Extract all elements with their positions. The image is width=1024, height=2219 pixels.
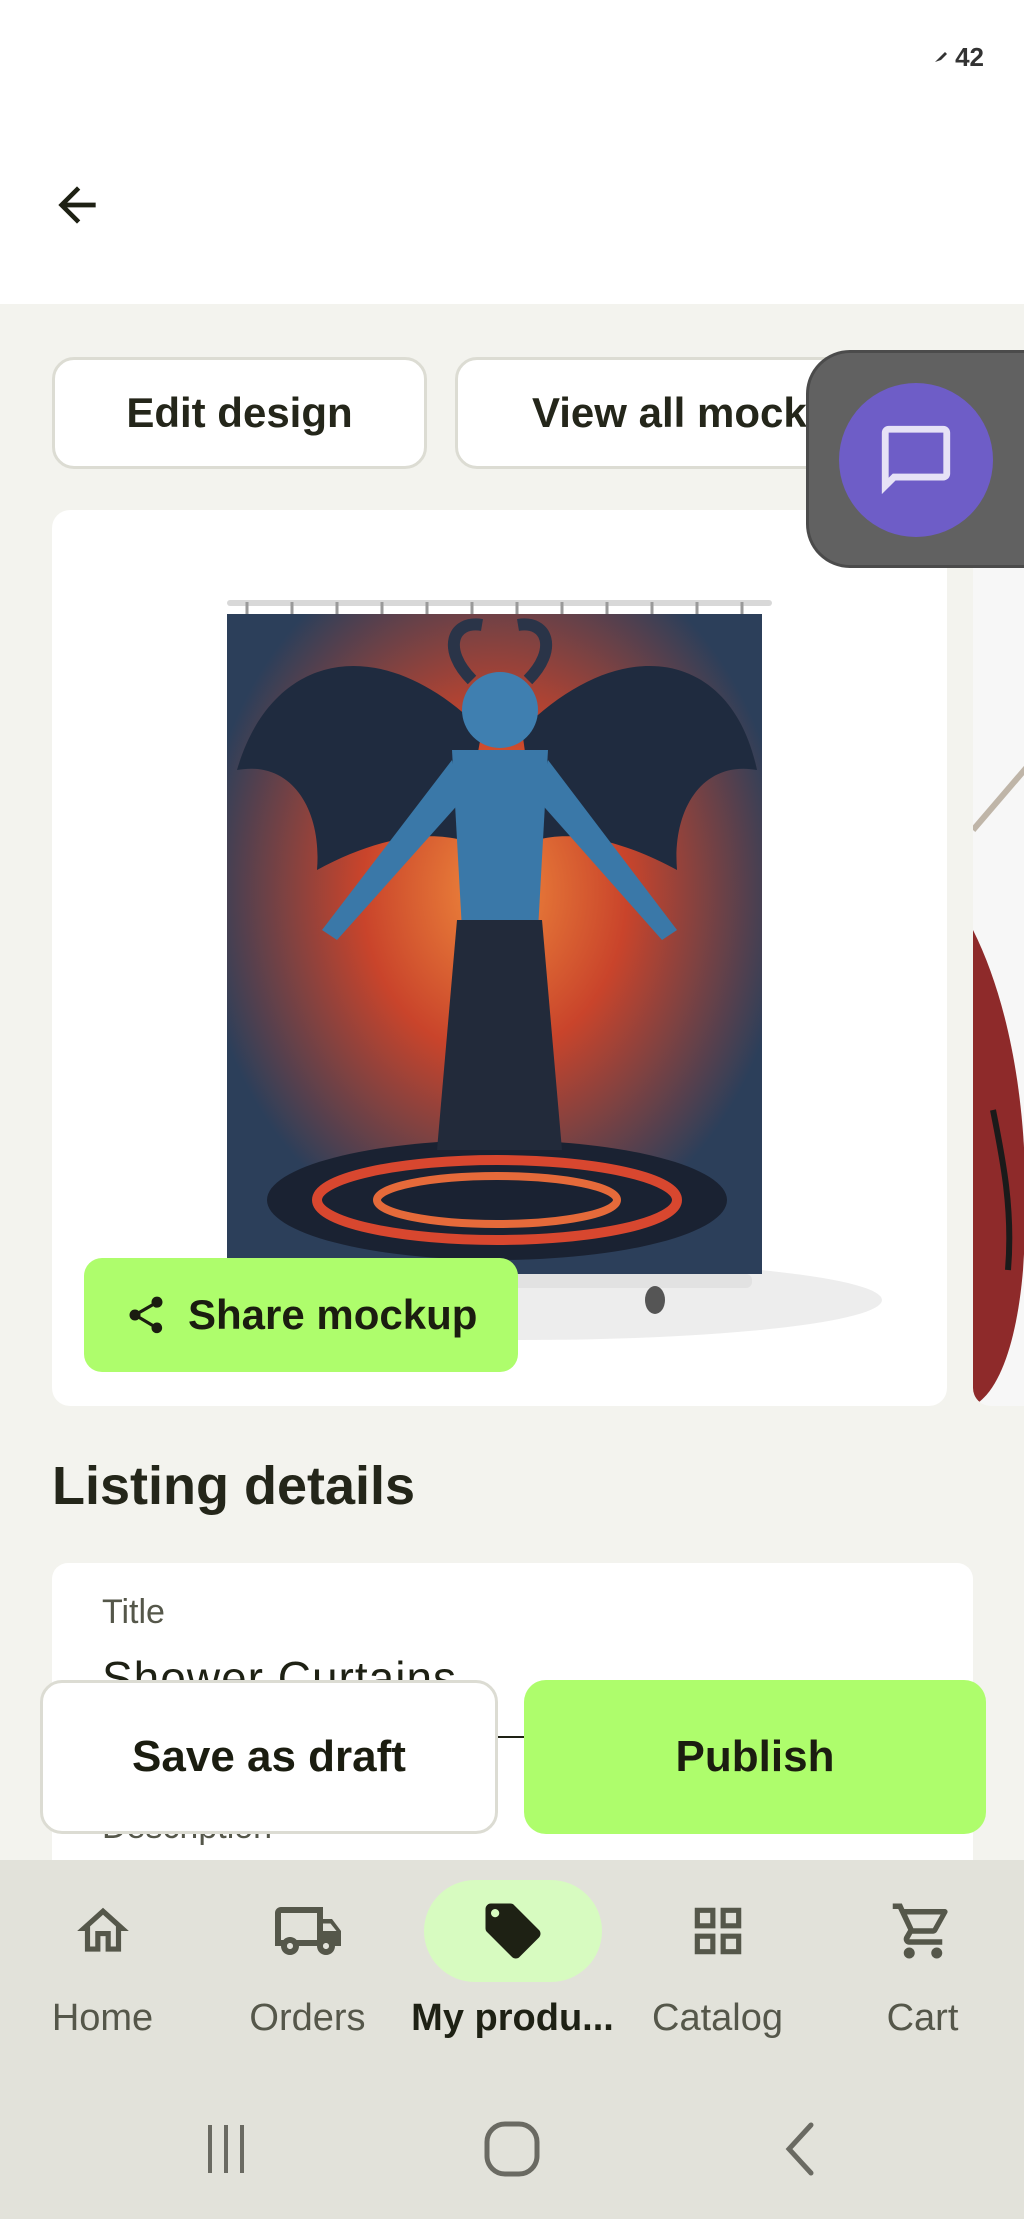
- chat-button[interactable]: [839, 383, 993, 537]
- save-as-draft-button[interactable]: Save as draft: [40, 1680, 498, 1834]
- nav-item-my-products[interactable]: My produ...: [410, 1860, 615, 2078]
- nav-icon-container: [834, 1880, 1012, 1982]
- recent-apps-icon: [208, 2125, 244, 2173]
- chat-support-bubble[interactable]: [806, 350, 1024, 568]
- tag-icon: [485, 1903, 540, 1959]
- nav-icon-container: [219, 1880, 397, 1982]
- arrow-left-icon: [58, 186, 96, 224]
- nav-icon-container: [629, 1880, 807, 1982]
- home-system-button[interactable]: [472, 2114, 552, 2184]
- title-field-label: Title: [102, 1593, 165, 1631]
- nav-label-cart: Cart: [886, 1997, 959, 2039]
- chat-icon: [881, 425, 951, 495]
- cart-icon: [892, 1903, 948, 1959]
- nav-icon-container: [14, 1880, 192, 1982]
- share-mockup-button[interactable]: Share mockup: [84, 1258, 518, 1372]
- nav-icon-container-active: [423, 1880, 602, 1982]
- nav-label-orders: Orders: [249, 1997, 366, 2039]
- next-mockup-preview[interactable]: [973, 510, 1024, 1406]
- battery-charging-icon: [935, 51, 948, 62]
- nav-item-home[interactable]: Home: [0, 1860, 205, 2078]
- next-mockup-image: [973, 765, 1024, 1406]
- nav-label-catalog: Catalog: [652, 1997, 783, 2039]
- nav-item-cart[interactable]: Cart: [820, 1860, 1024, 2078]
- nav-item-orders[interactable]: Orders: [205, 1860, 410, 2078]
- status-bar: 42: [0, 0, 1024, 110]
- nav-label-home: Home: [51, 1997, 154, 2039]
- publish-button[interactable]: Publish: [524, 1680, 986, 1834]
- edit-design-button[interactable]: Edit design: [52, 357, 427, 469]
- back-system-button[interactable]: [760, 2114, 840, 2184]
- truck-icon: [274, 1907, 341, 1955]
- app-bar: [0, 110, 1024, 304]
- battery-level: 42: [955, 42, 984, 72]
- system-navigation-bar: [0, 2078, 1024, 2219]
- home-circle-icon: [484, 2121, 540, 2177]
- nav-item-catalog[interactable]: Catalog: [615, 1860, 820, 2078]
- home-icon: [76, 1907, 129, 1952]
- grid-icon: [694, 1907, 741, 1955]
- listing-details-heading: Listing details: [52, 1456, 416, 1516]
- back-button[interactable]: [40, 168, 114, 242]
- share-mockup-label: Share mockup: [188, 1291, 478, 1338]
- chevron-left-icon: [785, 2122, 814, 2176]
- bottom-navigation: Home Orders My produ... Catalog Cart: [0, 1860, 1024, 2078]
- recent-apps-button[interactable]: [186, 2114, 266, 2184]
- battery-indicator: 42: [931, 42, 984, 73]
- share-icon: [129, 1296, 163, 1334]
- nav-label-my-products: My produ...: [411, 1997, 614, 2039]
